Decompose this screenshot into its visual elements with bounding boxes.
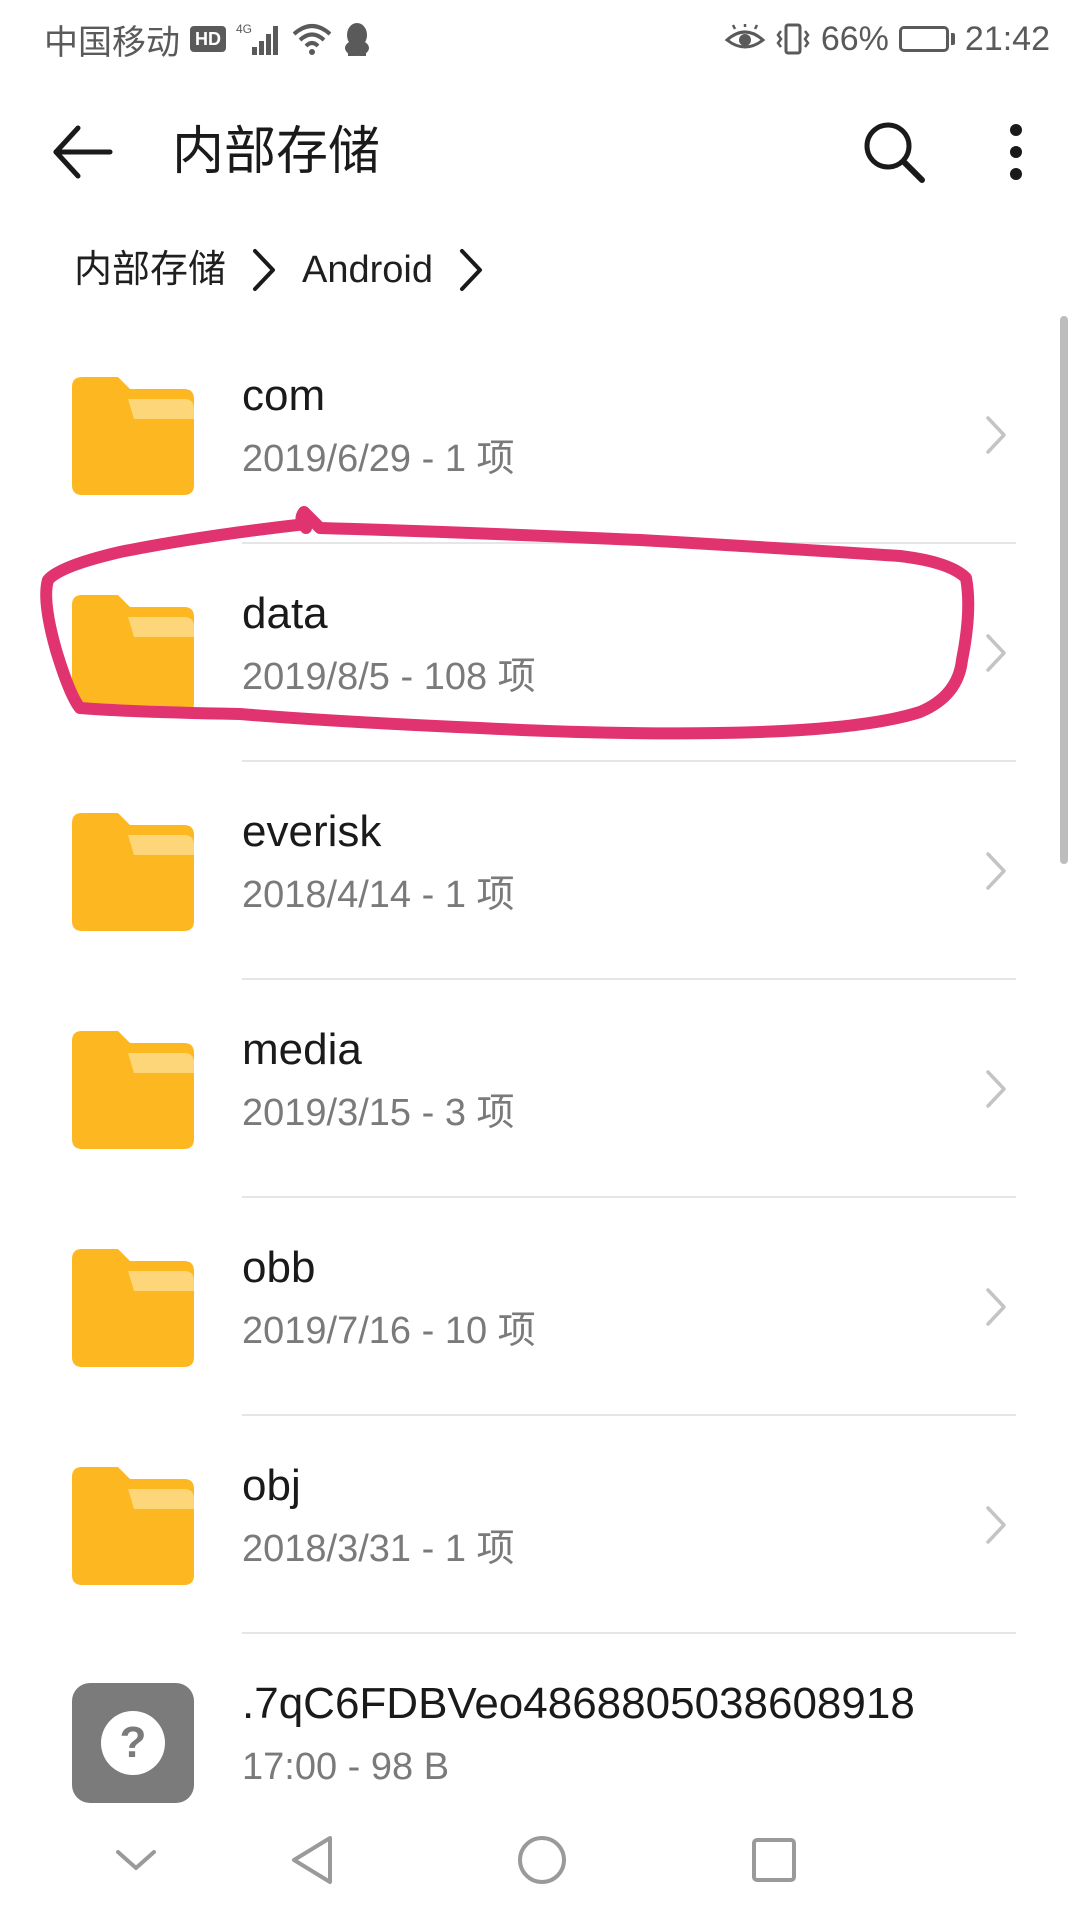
chevron-right-icon bbox=[976, 1064, 1016, 1114]
collapse-nav-button[interactable] bbox=[96, 1820, 176, 1900]
file-name: data bbox=[242, 589, 328, 638]
system-navigation-bar bbox=[0, 1800, 1080, 1920]
file-name: .7qC6FDBVeo4868805038608918 bbox=[242, 1679, 915, 1728]
status-left: 中国移动 HD 4G bbox=[44, 14, 372, 64]
back-triangle-icon bbox=[292, 1836, 332, 1884]
chevron-right-icon bbox=[242, 240, 286, 300]
chevron-down-icon bbox=[116, 1850, 156, 1870]
folder-icon bbox=[72, 377, 194, 495]
file-name: media bbox=[242, 1025, 362, 1074]
battery-percent: 66% bbox=[820, 19, 889, 58]
list-item[interactable]: media 2019/3/15 - 3 项 bbox=[0, 980, 1080, 1198]
back-button[interactable] bbox=[40, 110, 124, 194]
file-name: com bbox=[242, 371, 326, 420]
file-meta: 2019/8/5 - 108 项 bbox=[242, 656, 536, 698]
file-meta: 2019/7/16 - 10 项 bbox=[242, 1310, 536, 1352]
hd-badge: HD bbox=[190, 26, 226, 52]
file-name: obb bbox=[242, 1243, 316, 1292]
file-manager-screen: 中国移动 HD 4G 66% 21:42 内部存储 内部存储 Android c… bbox=[0, 0, 1080, 1920]
file-name: everisk bbox=[242, 807, 382, 856]
breadcrumb: 内部存储 Android bbox=[74, 240, 509, 300]
nav-recents-button[interactable] bbox=[734, 1820, 814, 1900]
home-circle-icon bbox=[518, 1836, 566, 1884]
folder-icon bbox=[72, 1249, 194, 1367]
scrollbar[interactable] bbox=[1060, 316, 1068, 864]
chevron-right-icon bbox=[449, 240, 493, 300]
file-meta: 2018/3/31 - 1 项 bbox=[242, 1528, 515, 1570]
search-icon bbox=[864, 122, 925, 183]
folder-icon bbox=[72, 813, 194, 931]
page-title: 内部存储 bbox=[172, 123, 381, 181]
chevron-right-icon bbox=[976, 1500, 1016, 1550]
list-item[interactable]: obb 2019/7/16 - 10 项 bbox=[0, 1198, 1080, 1416]
top-app-bar: 内部存储 bbox=[0, 78, 1080, 214]
status-right: 66% 21:42 bbox=[724, 14, 1050, 64]
list-item[interactable]: data 2019/8/5 - 108 项 bbox=[0, 544, 1080, 762]
chevron-right-icon bbox=[976, 628, 1016, 678]
list-item[interactable]: everisk 2018/4/14 - 1 项 bbox=[0, 762, 1080, 980]
network-type-label: 4G bbox=[236, 22, 252, 36]
more-vertical-icon bbox=[1010, 124, 1022, 180]
unknown-file-icon: ? bbox=[72, 1683, 194, 1803]
carrier-name: 中国移动 bbox=[44, 23, 180, 62]
clock: 21:42 bbox=[964, 19, 1050, 58]
file-meta: 17:00 - 98 B bbox=[242, 1746, 450, 1788]
nav-back-button[interactable] bbox=[272, 1820, 352, 1900]
battery-icon bbox=[898, 26, 955, 52]
chevron-right-icon bbox=[976, 846, 1016, 896]
vibrate-icon bbox=[775, 21, 811, 57]
qq-penguin-icon bbox=[342, 21, 372, 57]
list-item[interactable]: com 2019/6/29 - 1 项 bbox=[0, 326, 1080, 544]
chevron-right-icon bbox=[976, 410, 1016, 460]
folder-icon bbox=[72, 595, 194, 713]
file-name: obj bbox=[242, 1461, 301, 1510]
folder-icon bbox=[72, 1467, 194, 1585]
file-meta: 2019/3/15 - 3 项 bbox=[242, 1092, 515, 1134]
back-arrow-icon bbox=[53, 125, 113, 179]
more-options-button[interactable] bbox=[986, 110, 1046, 194]
wifi-icon bbox=[292, 22, 332, 56]
cellular-signal-icon: 4G bbox=[236, 21, 282, 57]
chevron-right-icon bbox=[976, 1282, 1016, 1332]
file-meta: 2018/4/14 - 1 项 bbox=[242, 874, 515, 916]
list-item[interactable]: obj 2018/3/31 - 1 项 bbox=[0, 1416, 1080, 1634]
status-bar: 中国移动 HD 4G 66% 21:42 bbox=[0, 0, 1080, 78]
nav-home-button[interactable] bbox=[502, 1820, 582, 1900]
search-button[interactable] bbox=[852, 110, 936, 194]
breadcrumb-item-internal-storage[interactable]: 内部存储 bbox=[74, 240, 226, 300]
file-meta: 2019/6/29 - 1 项 bbox=[242, 438, 515, 480]
file-list: com 2019/6/29 - 1 项 data 2019/8/5 - 108 … bbox=[0, 326, 1080, 1852]
recents-square-icon bbox=[752, 1838, 796, 1882]
eye-comfort-icon bbox=[724, 24, 765, 54]
folder-icon bbox=[72, 1031, 194, 1149]
breadcrumb-item-android[interactable]: Android bbox=[302, 240, 433, 300]
